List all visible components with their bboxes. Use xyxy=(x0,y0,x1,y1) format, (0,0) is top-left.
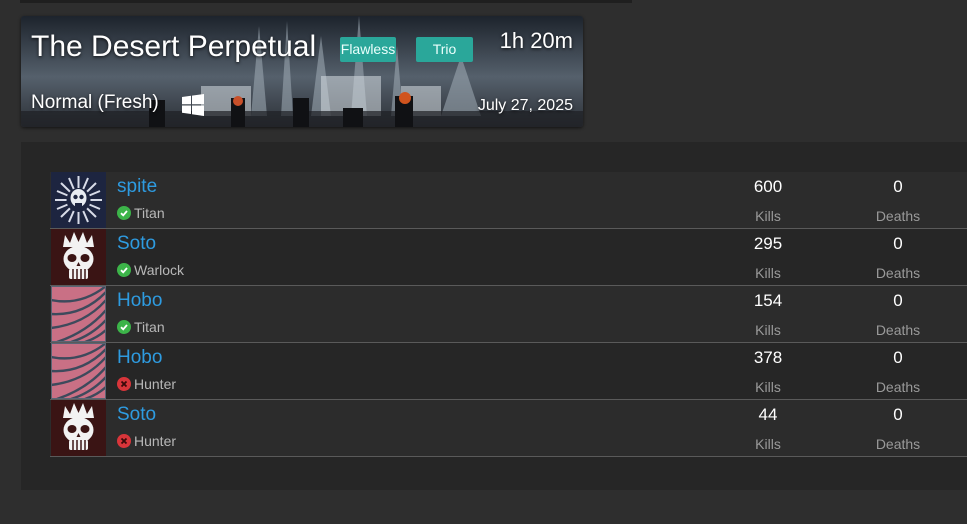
player-row[interactable]: Hobo Titan 154 Kills 0 Deaths xyxy=(50,286,967,343)
deaths-label: Deaths xyxy=(875,436,921,452)
activity-duration: 1h 20m xyxy=(499,28,573,53)
player-class-label: Titan xyxy=(134,205,165,221)
deaths-value: 0 xyxy=(893,291,903,310)
player-row[interactable]: Soto Hunter 44 Kills 0 Deaths xyxy=(50,400,967,457)
kills-value: 600 xyxy=(753,177,783,196)
activity-header-card[interactable]: The Desert Perpetual Flawless Trio 1h 20… xyxy=(21,16,583,127)
deaths-value: 0 xyxy=(893,234,903,253)
check-icon xyxy=(117,320,131,334)
kills-label: Kills xyxy=(755,265,781,281)
skull-sunburst-emblem xyxy=(51,172,106,228)
player-class: Warlock xyxy=(117,262,184,278)
players-panel: spite Titan 600 Kills 0 Deaths Soto Warl… xyxy=(21,142,967,490)
player-name[interactable]: Hobo xyxy=(117,290,162,312)
pink-swirl-emblem xyxy=(51,343,106,399)
deaths-value: 0 xyxy=(893,177,903,196)
kills-label: Kills xyxy=(755,208,781,224)
crowned-skull-emblem xyxy=(51,229,106,285)
flawless-badge: Flawless xyxy=(340,37,396,62)
player-name[interactable]: Hobo xyxy=(117,347,162,369)
player-row[interactable]: Soto Warlock 295 Kills 0 Deaths xyxy=(50,229,967,286)
top-bar-edge xyxy=(20,0,632,3)
kills-value: 44 xyxy=(758,405,778,424)
kills-value: 154 xyxy=(753,291,783,310)
player-class: Titan xyxy=(117,319,165,335)
deaths-value: 0 xyxy=(893,348,903,367)
windows-icon xyxy=(182,94,204,116)
check-icon xyxy=(117,263,131,277)
crowned-skull-emblem xyxy=(51,400,106,456)
deaths-value: 0 xyxy=(893,405,903,424)
kills-value: 378 xyxy=(753,348,783,367)
player-name[interactable]: Soto xyxy=(117,233,156,255)
deaths-label: Deaths xyxy=(875,265,921,281)
deaths-label: Deaths xyxy=(875,208,921,224)
pink-swirl-emblem xyxy=(51,286,106,342)
player-class-label: Hunter xyxy=(134,433,177,449)
trio-badge: Trio xyxy=(416,37,473,62)
x-circle-icon xyxy=(117,377,131,391)
x-circle-icon xyxy=(117,434,131,448)
player-name[interactable]: spite xyxy=(117,176,157,198)
kills-label: Kills xyxy=(755,322,781,338)
player-name[interactable]: Soto xyxy=(117,404,156,426)
kills-label: Kills xyxy=(755,436,781,452)
kills-value: 295 xyxy=(753,234,783,253)
player-class: Hunter xyxy=(117,376,176,392)
check-icon xyxy=(117,206,131,220)
activity-date: July 27, 2025 xyxy=(477,97,573,114)
activity-title: The Desert Perpetual xyxy=(31,30,317,63)
player-class-label: Hunter xyxy=(134,376,177,392)
player-class-label: Titan xyxy=(134,319,165,335)
player-row[interactable]: spite Titan 600 Kills 0 Deaths xyxy=(50,172,967,229)
deaths-label: Deaths xyxy=(875,379,921,395)
player-class: Hunter xyxy=(117,433,176,449)
player-class: Titan xyxy=(117,205,165,221)
deaths-label: Deaths xyxy=(875,322,921,338)
player-row[interactable]: Hobo Hunter 378 Kills 0 Deaths xyxy=(50,343,967,400)
player-class-label: Warlock xyxy=(134,262,185,278)
kills-label: Kills xyxy=(755,379,781,395)
activity-difficulty: Normal (Fresh) xyxy=(31,92,159,113)
